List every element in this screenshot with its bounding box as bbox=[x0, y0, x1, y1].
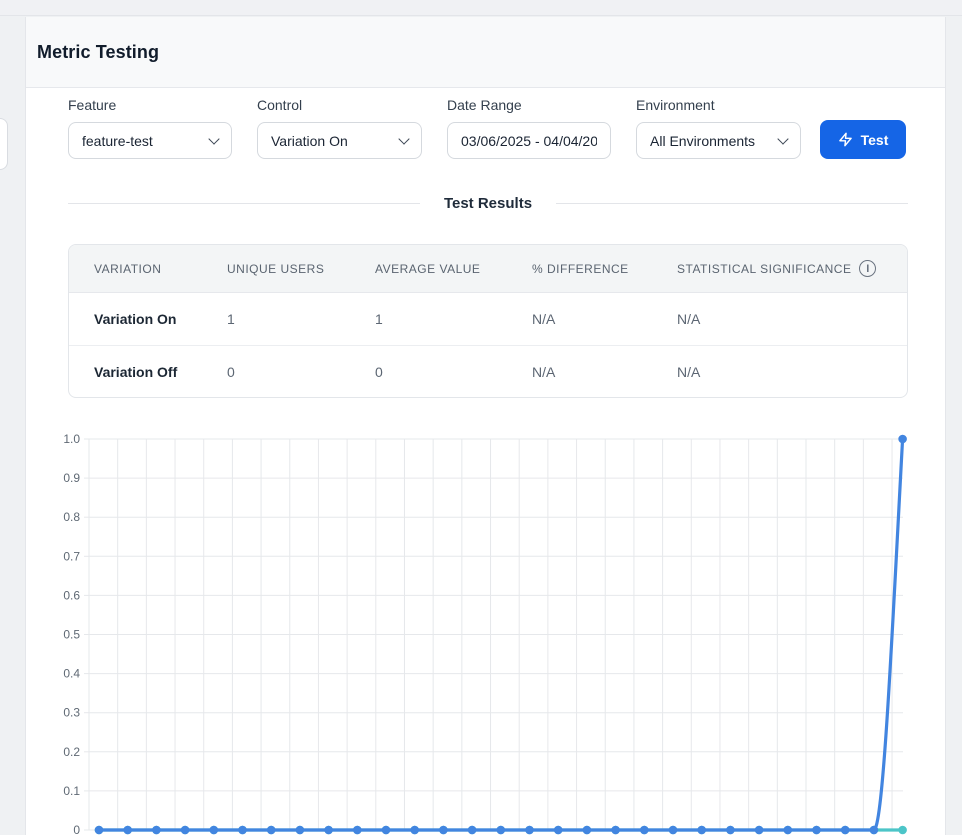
column-header-statistical-significance: STATISTICAL SIGNIFICANCE i bbox=[652, 260, 907, 277]
cell-pct-difference: N/A bbox=[507, 311, 652, 327]
chevron-down-icon bbox=[208, 133, 219, 144]
table-row: Variation Off 0 0 N/A N/A bbox=[69, 345, 907, 397]
column-header-pct-difference: % DIFFERENCE bbox=[507, 262, 652, 276]
column-header-variation: VARIATION bbox=[69, 262, 202, 276]
panel-header: Metric Testing bbox=[26, 17, 945, 88]
cell-variation: Variation On bbox=[69, 311, 202, 327]
cell-statistical-significance: N/A bbox=[652, 364, 907, 380]
divider bbox=[68, 203, 420, 204]
cell-pct-difference: N/A bbox=[507, 364, 652, 380]
cell-statistical-significance: N/A bbox=[652, 311, 907, 327]
test-results-section-header: Test Results bbox=[68, 193, 908, 213]
date-range-input-box bbox=[447, 122, 611, 159]
date-range-input[interactable] bbox=[461, 133, 597, 149]
zap-icon bbox=[838, 132, 853, 147]
metric-testing-panel: Metric Testing Feature feature-test Cont… bbox=[25, 17, 946, 835]
feature-label: Feature bbox=[68, 97, 232, 113]
results-table: VARIATION UNIQUE USERS AVERAGE VALUE % D… bbox=[68, 244, 908, 398]
test-button-label: Test bbox=[861, 132, 889, 148]
svg-text:0.6: 0.6 bbox=[63, 588, 80, 602]
svg-text:0.7: 0.7 bbox=[63, 549, 80, 563]
metric-chart: 0 0.1 0.2 0.3 0.4 0.5 0.6 0.7 0.8 0.9 1.0 bbox=[56, 429, 926, 835]
test-button[interactable]: Test bbox=[820, 120, 906, 159]
table-row: Variation On 1 1 N/A N/A bbox=[69, 293, 907, 345]
feature-select[interactable]: feature-test bbox=[68, 122, 232, 159]
panel-body: Feature feature-test Control Variation O… bbox=[26, 89, 945, 835]
date-range-filter: Date Range bbox=[447, 97, 611, 159]
cell-unique-users: 1 bbox=[202, 311, 350, 327]
feature-select-value: feature-test bbox=[82, 133, 153, 149]
control-filter: Control Variation On bbox=[257, 97, 422, 159]
svg-text:0.3: 0.3 bbox=[63, 706, 80, 720]
cell-average-value: 0 bbox=[350, 364, 507, 380]
page-top-strip bbox=[0, 0, 962, 16]
environment-filter: Environment All Environments bbox=[636, 97, 801, 159]
svg-text:0.5: 0.5 bbox=[63, 628, 80, 642]
cell-unique-users: 0 bbox=[202, 364, 350, 380]
chevron-down-icon bbox=[398, 133, 409, 144]
cell-variation: Variation Off bbox=[69, 364, 202, 380]
environment-label: Environment bbox=[636, 97, 801, 113]
left-edge-handle[interactable] bbox=[0, 118, 8, 170]
environment-select-value: All Environments bbox=[650, 133, 755, 149]
cell-average-value: 1 bbox=[350, 311, 507, 327]
table-header-row: VARIATION UNIQUE USERS AVERAGE VALUE % D… bbox=[69, 245, 907, 293]
chevron-down-icon bbox=[777, 133, 788, 144]
divider bbox=[556, 203, 908, 204]
svg-text:1.0: 1.0 bbox=[63, 432, 80, 446]
control-select[interactable]: Variation On bbox=[257, 122, 422, 159]
svg-text:0.8: 0.8 bbox=[63, 510, 80, 524]
column-header-average-value: AVERAGE VALUE bbox=[350, 262, 507, 276]
page-title: Metric Testing bbox=[37, 42, 159, 63]
section-title: Test Results bbox=[444, 195, 532, 212]
control-label: Control bbox=[257, 97, 422, 113]
control-select-value: Variation On bbox=[271, 133, 348, 149]
metric-chart-container: 0 0.1 0.2 0.3 0.4 0.5 0.6 0.7 0.8 0.9 1.0 bbox=[56, 429, 926, 835]
svg-text:0: 0 bbox=[73, 823, 80, 835]
svg-text:0.9: 0.9 bbox=[63, 471, 80, 485]
info-icon[interactable]: i bbox=[859, 260, 876, 277]
column-header-unique-users: UNIQUE USERS bbox=[202, 262, 350, 276]
svg-text:0.2: 0.2 bbox=[63, 745, 80, 759]
feature-filter: Feature feature-test bbox=[68, 97, 232, 159]
svg-text:0.1: 0.1 bbox=[63, 784, 80, 798]
date-range-label: Date Range bbox=[447, 97, 611, 113]
svg-text:0.4: 0.4 bbox=[63, 667, 80, 681]
environment-select[interactable]: All Environments bbox=[636, 122, 801, 159]
